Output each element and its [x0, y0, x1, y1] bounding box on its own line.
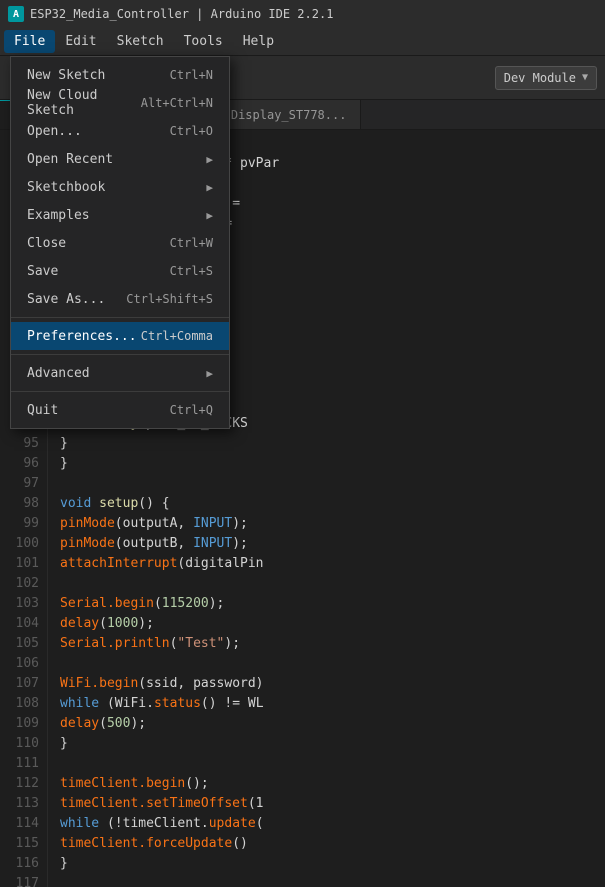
- code-line: [60, 574, 593, 594]
- menu-sketch[interactable]: Sketch: [107, 30, 174, 53]
- code-line: [60, 654, 593, 674]
- menu-separator: [11, 317, 229, 318]
- board-selector-label: Dev Module: [504, 71, 576, 85]
- code-line: delay(1000);: [60, 614, 593, 634]
- submenu-arrow-icon: ▶: [206, 181, 213, 194]
- menu-entry-shortcut: Ctrl+O: [170, 124, 213, 138]
- line-number: 111: [8, 754, 39, 774]
- code-line: [60, 474, 593, 494]
- code-line: Serial.begin(115200);: [60, 594, 593, 614]
- menu-entry-save-as---[interactable]: Save As... Ctrl+Shift+S: [11, 285, 229, 313]
- menu-entry-label: Examples: [27, 208, 90, 223]
- menu-entry-examples[interactable]: Examples ▶: [11, 201, 229, 229]
- code-line: }: [60, 734, 593, 754]
- line-number: 112: [8, 774, 39, 794]
- line-number: 96: [8, 454, 39, 474]
- menu-entry-preferences---[interactable]: Preferences... Ctrl+Comma: [11, 322, 229, 350]
- line-number: 95: [8, 434, 39, 454]
- menu-separator: [11, 391, 229, 392]
- line-number: 113: [8, 794, 39, 814]
- code-line: }: [60, 854, 593, 874]
- menu-edit[interactable]: Edit: [55, 30, 106, 53]
- menu-entry-sketchbook[interactable]: Sketchbook ▶: [11, 173, 229, 201]
- code-line: }: [60, 434, 593, 454]
- tab-display[interactable]: Display_ST778...: [217, 100, 362, 129]
- code-line: timeClient.setTimeOffset(1: [60, 794, 593, 814]
- code-line: timeClient.forceUpdate(): [60, 834, 593, 854]
- menu-entry-label: Save: [27, 264, 58, 279]
- line-number: 102: [8, 574, 39, 594]
- code-line: }: [60, 454, 593, 474]
- menu-tools[interactable]: Tools: [174, 30, 233, 53]
- menu-entry-shortcut: Ctrl+S: [170, 264, 213, 278]
- line-number: 115: [8, 834, 39, 854]
- code-line: while (!timeClient.update(: [60, 814, 593, 834]
- line-number: 103: [8, 594, 39, 614]
- submenu-arrow-icon: ▶: [206, 209, 213, 222]
- line-number: 100: [8, 534, 39, 554]
- menu-entry-new-cloud-sketch[interactable]: New Cloud SketchAlt+Ctrl+N: [11, 89, 229, 117]
- code-line: void setup() {: [60, 494, 593, 514]
- menu-entry-label: Quit: [27, 403, 58, 418]
- menu-entry-advanced[interactable]: Advanced ▶: [11, 359, 229, 387]
- menu-entry-save[interactable]: Save Ctrl+S: [11, 257, 229, 285]
- menu-entry-shortcut: Alt+Ctrl+N: [141, 96, 213, 110]
- code-line: [60, 754, 593, 774]
- line-number: 107: [8, 674, 39, 694]
- line-number: 99: [8, 514, 39, 534]
- file-dropdown-menu: New Sketch Ctrl+N New Cloud SketchAlt+Ctrl…: [10, 56, 230, 429]
- line-number: 105: [8, 634, 39, 654]
- code-line: timeClient.begin();: [60, 774, 593, 794]
- code-line: WiFi.begin(ssid, password): [60, 674, 593, 694]
- menu-entry-quit[interactable]: Quit Ctrl+Q: [11, 396, 229, 424]
- menu-entry-label: Open...: [27, 124, 82, 139]
- app-icon: A: [8, 6, 24, 22]
- menu-entry-shortcut: Ctrl+Comma: [141, 329, 213, 343]
- line-number: 116: [8, 854, 39, 874]
- line-number: 106: [8, 654, 39, 674]
- line-number: 117: [8, 874, 39, 887]
- menu-entry-label: Save As...: [27, 292, 105, 307]
- submenu-arrow-icon: ▶: [206, 367, 213, 380]
- code-line: pinMode(outputA, INPUT);: [60, 514, 593, 534]
- menu-bar: File Edit Sketch Tools Help: [0, 28, 605, 56]
- line-number: 109: [8, 714, 39, 734]
- menu-entry-shortcut: Ctrl+N: [170, 68, 213, 82]
- submenu-arrow-icon: ▶: [206, 153, 213, 166]
- code-line: attachInterrupt(digitalPin: [60, 554, 593, 574]
- menu-entry-label: Open Recent: [27, 152, 113, 167]
- title-bar-text: ESP32_Media_Controller | Arduino IDE 2.2…: [30, 7, 333, 21]
- title-bar: A ESP32_Media_Controller | Arduino IDE 2…: [0, 0, 605, 28]
- menu-entry-open---[interactable]: Open... Ctrl+O: [11, 117, 229, 145]
- menu-help[interactable]: Help: [233, 30, 284, 53]
- code-line: delay(500);: [60, 714, 593, 734]
- line-number: 98: [8, 494, 39, 514]
- menu-entry-new-sketch[interactable]: New Sketch Ctrl+N: [11, 61, 229, 89]
- menu-entry-label: Close: [27, 236, 66, 251]
- board-selector[interactable]: Dev Module ▼: [495, 66, 597, 90]
- menu-entry-open-recent[interactable]: Open Recent ▶: [11, 145, 229, 173]
- line-number: 104: [8, 614, 39, 634]
- menu-entry-shortcut: Ctrl+Shift+S: [126, 292, 213, 306]
- menu-file[interactable]: File: [4, 30, 55, 53]
- menu-separator: [11, 354, 229, 355]
- code-line: pinMode(outputB, INPUT);: [60, 534, 593, 554]
- code-line: while (WiFi.status() != WL: [60, 694, 593, 714]
- menu-entry-shortcut: Ctrl+W: [170, 236, 213, 250]
- line-number: 101: [8, 554, 39, 574]
- line-number: 108: [8, 694, 39, 714]
- code-line: Serial.println("Test");: [60, 634, 593, 654]
- menu-entry-label: New Sketch: [27, 68, 105, 83]
- line-number: 97: [8, 474, 39, 494]
- menu-entry-label: Sketchbook: [27, 180, 105, 195]
- menu-entry-shortcut: Ctrl+Q: [170, 403, 213, 417]
- menu-entry-label: Preferences...: [27, 329, 137, 344]
- line-number: 110: [8, 734, 39, 754]
- code-line: [60, 874, 593, 887]
- menu-entry-close[interactable]: Close Ctrl+W: [11, 229, 229, 257]
- menu-entry-label: Advanced: [27, 366, 90, 381]
- chevron-down-icon: ▼: [582, 72, 588, 83]
- line-number: 114: [8, 814, 39, 834]
- menu-entry-label: New Cloud Sketch: [27, 88, 141, 118]
